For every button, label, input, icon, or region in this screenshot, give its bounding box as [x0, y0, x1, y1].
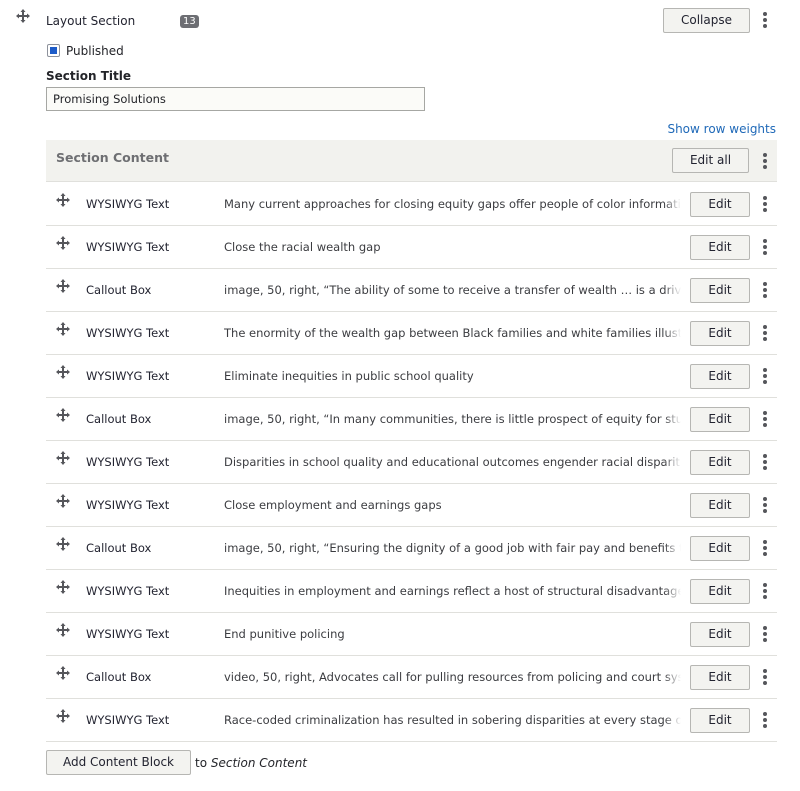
vertical-dots-icon[interactable]: [761, 625, 769, 643]
vertical-dots-icon[interactable]: [761, 11, 769, 29]
table-row: WYSIWYG Text Inequities in employment an…: [46, 570, 777, 613]
table-row: WYSIWYG Text Disparities in school quali…: [46, 441, 777, 484]
add-content-block-button[interactable]: Add Content Block: [46, 750, 191, 775]
move-arrows-icon[interactable]: [16, 9, 30, 23]
row-summary: Inequities in employment and earnings re…: [224, 584, 681, 598]
table-row: WYSIWYG Text The enormity of the wealth …: [46, 312, 777, 355]
row-type: WYSIWYG Text: [86, 498, 170, 512]
table-row: WYSIWYG Text Many current approaches for…: [46, 183, 777, 226]
row-type: WYSIWYG Text: [86, 713, 170, 727]
vertical-dots-icon[interactable]: [761, 582, 769, 600]
edit-all-button[interactable]: Edit all: [672, 148, 749, 173]
table-row: Callout Box image, 50, right, “The abili…: [46, 269, 777, 312]
vertical-dots-icon[interactable]: [761, 539, 769, 557]
table-row: WYSIWYG Text Close employment and earnin…: [46, 484, 777, 527]
row-type: WYSIWYG Text: [86, 627, 170, 641]
table-row: WYSIWYG Text Close the racial wealth gap…: [46, 226, 777, 269]
to-target: Section Content: [210, 756, 307, 770]
vertical-dots-icon[interactable]: [761, 453, 769, 471]
row-type: Callout Box: [86, 541, 152, 555]
table-row: WYSIWYG Text Eliminate inequities in pub…: [46, 355, 777, 398]
section-title-label: Section Title: [46, 69, 131, 83]
section-content-header: Section Content: [46, 140, 777, 182]
row-summary: Close employment and earnings gaps: [224, 498, 442, 512]
row-summary: Race-coded criminalization has resulted …: [224, 713, 681, 727]
move-arrows-icon[interactable]: [56, 580, 70, 594]
section-content-title: Section Content: [56, 150, 169, 165]
count-badge: 13: [180, 15, 199, 28]
vertical-dots-icon[interactable]: [761, 152, 769, 170]
move-arrows-icon[interactable]: [56, 451, 70, 465]
vertical-dots-icon[interactable]: [761, 238, 769, 256]
edit-button[interactable]: Edit: [690, 579, 750, 604]
collapse-button[interactable]: Collapse: [663, 8, 750, 33]
edit-button[interactable]: Edit: [690, 278, 750, 303]
edit-button[interactable]: Edit: [690, 450, 750, 475]
move-arrows-icon[interactable]: [56, 322, 70, 336]
row-summary: Many current approaches for closing equi…: [224, 197, 681, 211]
row-type: WYSIWYG Text: [86, 455, 170, 469]
edit-button[interactable]: Edit: [690, 364, 750, 389]
content-block-list: WYSIWYG Text Many current approaches for…: [46, 183, 777, 742]
move-arrows-icon[interactable]: [56, 408, 70, 422]
row-type: WYSIWYG Text: [86, 197, 170, 211]
vertical-dots-icon[interactable]: [761, 195, 769, 213]
edit-button[interactable]: Edit: [690, 235, 750, 260]
row-summary: Disparities in school quality and educat…: [224, 455, 681, 469]
layout-section-label: Layout Section: [46, 14, 136, 28]
table-row: Callout Box image, 50, right, “In many c…: [46, 398, 777, 441]
row-summary: video, 50, right, Advocates call for pul…: [224, 670, 681, 684]
row-type: Callout Box: [86, 283, 152, 297]
vertical-dots-icon[interactable]: [761, 367, 769, 385]
table-row: Callout Box video, 50, right, Advocates …: [46, 656, 777, 699]
row-type: WYSIWYG Text: [86, 326, 170, 340]
row-type: WYSIWYG Text: [86, 369, 170, 383]
move-arrows-icon[interactable]: [56, 365, 70, 379]
section-title-input[interactable]: [46, 87, 425, 111]
move-arrows-icon[interactable]: [56, 236, 70, 250]
edit-button[interactable]: Edit: [690, 665, 750, 690]
move-arrows-icon[interactable]: [56, 537, 70, 551]
move-arrows-icon[interactable]: [56, 193, 70, 207]
edit-button[interactable]: Edit: [690, 321, 750, 346]
move-arrows-icon[interactable]: [56, 709, 70, 723]
row-summary: image, 50, right, “In many communities, …: [224, 412, 681, 426]
vertical-dots-icon[interactable]: [761, 281, 769, 299]
move-arrows-icon[interactable]: [56, 666, 70, 680]
edit-button[interactable]: Edit: [690, 493, 750, 518]
add-target-label: to Section Content: [195, 756, 307, 770]
vertical-dots-icon[interactable]: [761, 496, 769, 514]
table-row: WYSIWYG Text Race-coded criminalization …: [46, 699, 777, 742]
edit-button[interactable]: Edit: [690, 192, 750, 217]
row-summary: The enormity of the wealth gap between B…: [224, 326, 681, 340]
move-arrows-icon[interactable]: [56, 623, 70, 637]
row-type: Callout Box: [86, 670, 152, 684]
show-row-weights-link[interactable]: Show row weights: [667, 122, 776, 136]
table-row: Callout Box image, 50, right, “Ensuring …: [46, 527, 777, 570]
to-prefix: to: [195, 756, 208, 770]
move-arrows-icon[interactable]: [56, 494, 70, 508]
move-arrows-icon[interactable]: [56, 279, 70, 293]
edit-button[interactable]: Edit: [690, 536, 750, 561]
table-row: WYSIWYG Text End punitive policing Edit: [46, 613, 777, 656]
vertical-dots-icon[interactable]: [761, 324, 769, 342]
row-summary: image, 50, right, “Ensuring the dignity …: [224, 541, 681, 555]
vertical-dots-icon[interactable]: [761, 711, 769, 729]
row-summary: Eliminate inequities in public school qu…: [224, 369, 474, 383]
published-label: Published: [66, 44, 124, 58]
vertical-dots-icon[interactable]: [761, 410, 769, 428]
row-summary: Close the racial wealth gap: [224, 240, 381, 254]
vertical-dots-icon[interactable]: [761, 668, 769, 686]
row-type: WYSIWYG Text: [86, 584, 170, 598]
row-summary: image, 50, right, “The ability of some t…: [224, 283, 681, 297]
row-type: WYSIWYG Text: [86, 240, 170, 254]
published-checkbox[interactable]: [47, 44, 60, 57]
edit-button[interactable]: Edit: [690, 708, 750, 733]
row-summary: End punitive policing: [224, 627, 345, 641]
edit-button[interactable]: Edit: [690, 622, 750, 647]
row-type: Callout Box: [86, 412, 152, 426]
edit-button[interactable]: Edit: [690, 407, 750, 432]
